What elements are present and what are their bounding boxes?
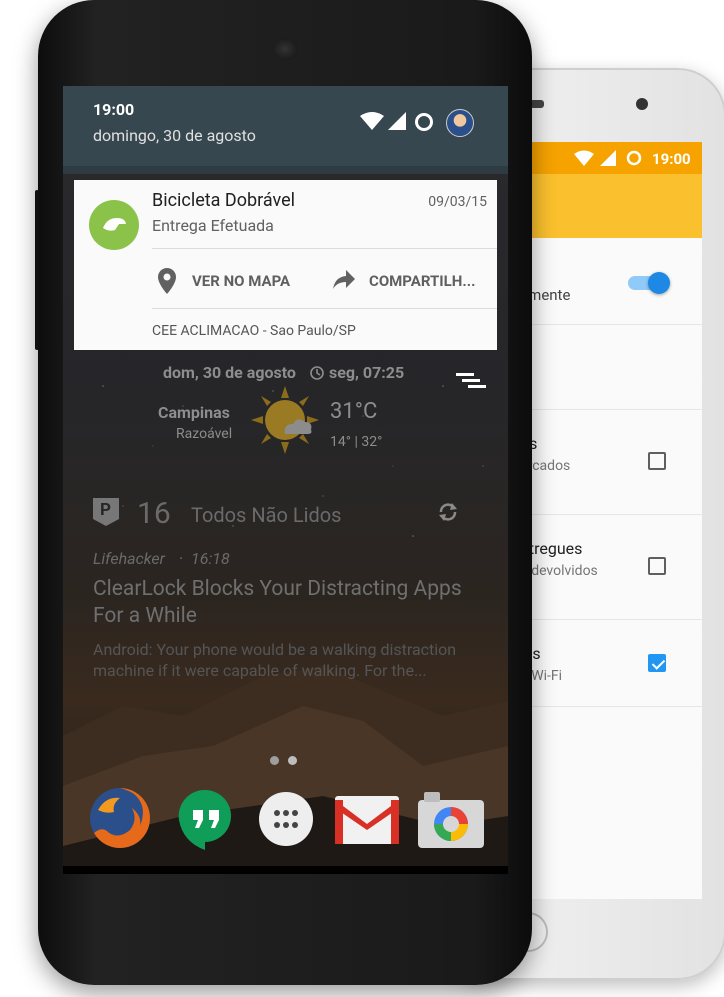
checkbox[interactable] xyxy=(648,557,666,575)
app-drawer-icon[interactable] xyxy=(258,791,314,847)
wifi-icon xyxy=(574,150,594,166)
front-camera xyxy=(116,44,126,54)
status-time: 19:00 xyxy=(93,100,135,119)
widget-date: dom, 30 de agosto xyxy=(163,363,296,382)
notification-title: Bicicleta Dobrável xyxy=(152,190,295,211)
share-label: COMPARTILH... xyxy=(369,272,476,290)
feed-label: Todos Não Lidos xyxy=(191,503,342,527)
checkbox[interactable] xyxy=(648,452,666,470)
firefox-icon[interactable] xyxy=(88,786,152,850)
gmail-icon[interactable] xyxy=(335,796,399,844)
side-button xyxy=(35,190,39,350)
sun-cloud-icon xyxy=(251,386,319,454)
divider xyxy=(152,308,497,309)
weather-condition: Razoável xyxy=(176,426,233,442)
nav-bar-area xyxy=(63,866,508,874)
camera-icon[interactable] xyxy=(418,792,484,848)
alarm-icon xyxy=(310,366,324,380)
feed-time: 16:18 xyxy=(191,549,230,568)
shade-divider xyxy=(63,166,508,174)
notification-subtitle: Entrega Efetuada xyxy=(152,216,274,235)
share-icon xyxy=(333,270,355,289)
battery-ring-icon xyxy=(415,113,433,131)
feed-headline[interactable]: ClearLock Blocks Your Distracting Apps F… xyxy=(93,576,493,630)
notification-card[interactable]: Bicicleta Dobrável Entrega Efetuada 09/0… xyxy=(74,180,497,350)
weather-range: 14° | 32° xyxy=(330,434,383,450)
feed-separator: · xyxy=(179,549,184,568)
weather-city: Campinas xyxy=(158,403,230,422)
view-on-map-button[interactable]: VER NO MAPA xyxy=(154,260,304,302)
front-phone-screen: 19:00 domingo, 30 de agosto Bicicleta Do… xyxy=(63,86,508,874)
feed-source: Lifehacker xyxy=(93,549,165,568)
battery-ring-icon xyxy=(626,150,642,166)
back-phone-camera xyxy=(636,98,648,110)
weather-temperature: 31°C xyxy=(330,399,378,424)
delivery-app-icon xyxy=(89,200,139,250)
refresh-icon[interactable] xyxy=(437,501,459,523)
feed-excerpt: Android: Your phone would be a walking d… xyxy=(93,640,457,680)
front-speaker xyxy=(272,38,298,60)
avatar[interactable] xyxy=(446,109,474,137)
signal-icon xyxy=(388,112,406,130)
notification-shade: 19:00 domingo, 30 de agosto xyxy=(63,86,508,166)
hangouts-icon[interactable] xyxy=(173,786,237,850)
back-status-time: 19:00 xyxy=(652,150,691,168)
signal-icon xyxy=(600,150,616,166)
wifi-icon xyxy=(360,112,384,130)
status-date: domingo, 30 de agosto xyxy=(93,126,256,145)
toggle-switch[interactable] xyxy=(648,272,670,294)
widget-settings-icon[interactable] xyxy=(456,373,486,395)
feed-count: 16 xyxy=(137,496,171,531)
notification-footer: CEE ACLIMACAO - Sao Paulo/SP xyxy=(152,323,356,339)
notification-date: 09/03/15 xyxy=(428,194,487,210)
share-button[interactable]: COMPARTILH... xyxy=(329,260,494,302)
checkbox-checked[interactable] xyxy=(648,654,666,672)
divider xyxy=(152,248,497,249)
view-on-map-label: VER NO MAPA xyxy=(192,272,291,290)
widget-alarm: seg, 07:25 xyxy=(329,363,405,382)
back-phone-speaker xyxy=(530,100,544,108)
map-pin-icon xyxy=(158,268,176,294)
page-indicator xyxy=(270,756,300,766)
